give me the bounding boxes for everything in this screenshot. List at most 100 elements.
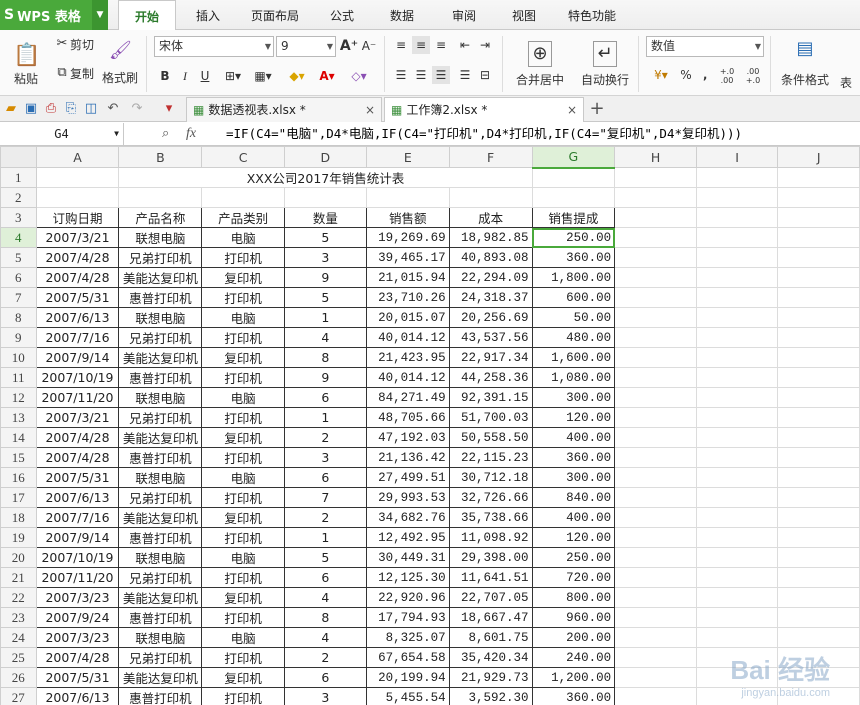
data-cell[interactable]: 92,391.15 — [448, 387, 533, 408]
data-cell[interactable]: 960.00 — [531, 607, 616, 628]
data-cell[interactable]: 复印机 — [201, 587, 285, 608]
row-header[interactable]: 4 — [0, 227, 37, 248]
cell[interactable] — [695, 387, 779, 408]
data-cell[interactable]: 12,125.30 — [365, 567, 450, 588]
cell[interactable] — [614, 447, 697, 468]
undo-icon[interactable]: ↶ — [104, 100, 122, 118]
cell[interactable] — [614, 667, 697, 688]
column-title-cell[interactable]: 产品类别 — [201, 207, 285, 228]
decrease-font-icon[interactable]: A⁻ — [360, 36, 378, 56]
data-cell[interactable]: 40,014.12 — [365, 367, 450, 388]
cell[interactable] — [777, 287, 860, 308]
cell[interactable] — [695, 447, 779, 468]
data-cell[interactable]: 2007/6/13 — [35, 687, 120, 705]
menu-tab[interactable]: 开始 — [118, 0, 176, 31]
number-format-select[interactable]: 数值 ▼ — [646, 36, 764, 57]
cell[interactable] — [614, 207, 697, 228]
row-header[interactable]: 14 — [0, 427, 37, 448]
data-cell[interactable]: 29,398.00 — [448, 547, 533, 568]
cell[interactable] — [614, 407, 697, 428]
data-cell[interactable]: 联想电脑 — [118, 227, 203, 248]
data-cell[interactable]: 联想电脑 — [118, 467, 203, 488]
data-cell[interactable]: 21,015.94 — [365, 267, 450, 288]
cell[interactable] — [614, 187, 697, 208]
cell[interactable] — [695, 207, 779, 228]
cell[interactable] — [777, 447, 860, 468]
cell[interactable] — [614, 167, 697, 188]
data-cell[interactable]: 21,423.95 — [365, 347, 450, 368]
data-cell[interactable]: 11,098.92 — [448, 527, 533, 548]
open-folder-icon[interactable]: ▰ — [2, 100, 20, 118]
data-cell[interactable]: 2007/3/21 — [35, 227, 120, 248]
wps-app-menu-button[interactable]: S WPS 表格 ▼ — [0, 0, 108, 30]
row-header[interactable]: 25 — [0, 647, 37, 668]
wrap-text-button[interactable]: ↵ 自动换行 — [578, 34, 632, 94]
data-cell[interactable]: 联想电脑 — [118, 387, 203, 408]
print-preview-icon[interactable]: ◫ — [82, 100, 100, 118]
copy-button[interactable]: ⧉ 复制 — [50, 63, 98, 83]
cell[interactable] — [777, 627, 860, 648]
data-cell[interactable]: 22,707.05 — [448, 587, 533, 608]
data-cell[interactable]: 惠普打印机 — [118, 287, 203, 308]
data-cell[interactable]: 打印机 — [201, 367, 285, 388]
data-cell[interactable]: 兄弟打印机 — [118, 407, 203, 428]
data-cell[interactable]: 2007/4/28 — [35, 267, 120, 288]
data-cell[interactable]: 11,641.51 — [448, 567, 533, 588]
data-cell[interactable]: 4 — [283, 327, 367, 348]
data-cell[interactable]: 惠普打印机 — [118, 367, 203, 388]
data-cell[interactable]: 2007/3/23 — [35, 587, 120, 608]
cell[interactable] — [614, 507, 697, 528]
column-header[interactable]: C — [201, 146, 285, 168]
cell[interactable] — [777, 407, 860, 428]
row-header[interactable]: 6 — [0, 267, 37, 288]
align-bottom-icon[interactable]: ≡ — [432, 36, 450, 54]
column-title-cell[interactable]: 数量 — [283, 207, 367, 228]
borders-icon[interactable]: ⊞▾ — [220, 66, 246, 86]
data-cell[interactable]: 2007/6/13 — [35, 307, 120, 328]
data-cell[interactable]: 43,537.56 — [448, 327, 533, 348]
data-cell[interactable]: 3 — [283, 447, 367, 468]
data-cell[interactable]: 2007/7/16 — [35, 507, 120, 528]
data-cell[interactable]: 打印机 — [201, 487, 285, 508]
data-cell[interactable]: 1,200.00 — [531, 667, 616, 688]
data-cell[interactable]: 3 — [283, 247, 367, 268]
column-title-cell[interactable]: 销售额 — [365, 207, 450, 228]
row-header[interactable]: 24 — [0, 627, 37, 648]
data-cell[interactable]: 1,800.00 — [531, 267, 616, 288]
data-cell[interactable]: 打印机 — [201, 247, 285, 268]
print-icon[interactable]: ⎘ — [62, 100, 80, 118]
data-cell[interactable]: 22,294.09 — [448, 267, 533, 288]
column-title-cell[interactable]: 成本 — [448, 207, 533, 228]
data-cell[interactable]: 1 — [283, 407, 367, 428]
data-cell[interactable]: 复印机 — [201, 667, 285, 688]
cell[interactable] — [283, 187, 367, 208]
data-cell[interactable]: 2007/6/13 — [35, 487, 120, 508]
cell[interactable] — [614, 247, 697, 268]
row-header[interactable]: 12 — [0, 387, 37, 408]
cut-button[interactable]: ✂ 剪切 — [50, 34, 98, 54]
row-header[interactable]: 3 — [0, 207, 37, 228]
data-cell[interactable]: 20,256.69 — [448, 307, 533, 328]
row-header[interactable]: 9 — [0, 327, 37, 348]
comma-button[interactable]: ‚ — [698, 66, 712, 84]
cell[interactable] — [695, 327, 779, 348]
align-left-icon[interactable]: ☰ — [392, 66, 410, 84]
cell[interactable] — [695, 167, 779, 188]
row-header[interactable]: 5 — [0, 247, 37, 268]
data-cell[interactable]: 67,654.58 — [365, 647, 450, 668]
data-cell[interactable]: 1 — [283, 307, 367, 328]
merge-center-button[interactable]: ⊕ 合并居中 — [508, 34, 572, 94]
cell[interactable] — [777, 467, 860, 488]
data-cell[interactable]: 12,492.95 — [365, 527, 450, 548]
data-cell[interactable]: 35,420.34 — [448, 647, 533, 668]
cell[interactable] — [448, 187, 533, 208]
data-cell[interactable]: 2 — [283, 427, 367, 448]
cell[interactable] — [777, 427, 860, 448]
cell[interactable] — [614, 627, 697, 648]
font-color-icon[interactable]: A▾ — [314, 66, 340, 86]
indent-increase-icon[interactable]: ⇥ — [476, 36, 494, 54]
data-cell[interactable]: 20,015.07 — [365, 307, 450, 328]
data-cell[interactable]: 360.00 — [531, 247, 616, 268]
data-cell[interactable]: 120.00 — [531, 527, 616, 548]
cell[interactable] — [365, 187, 450, 208]
